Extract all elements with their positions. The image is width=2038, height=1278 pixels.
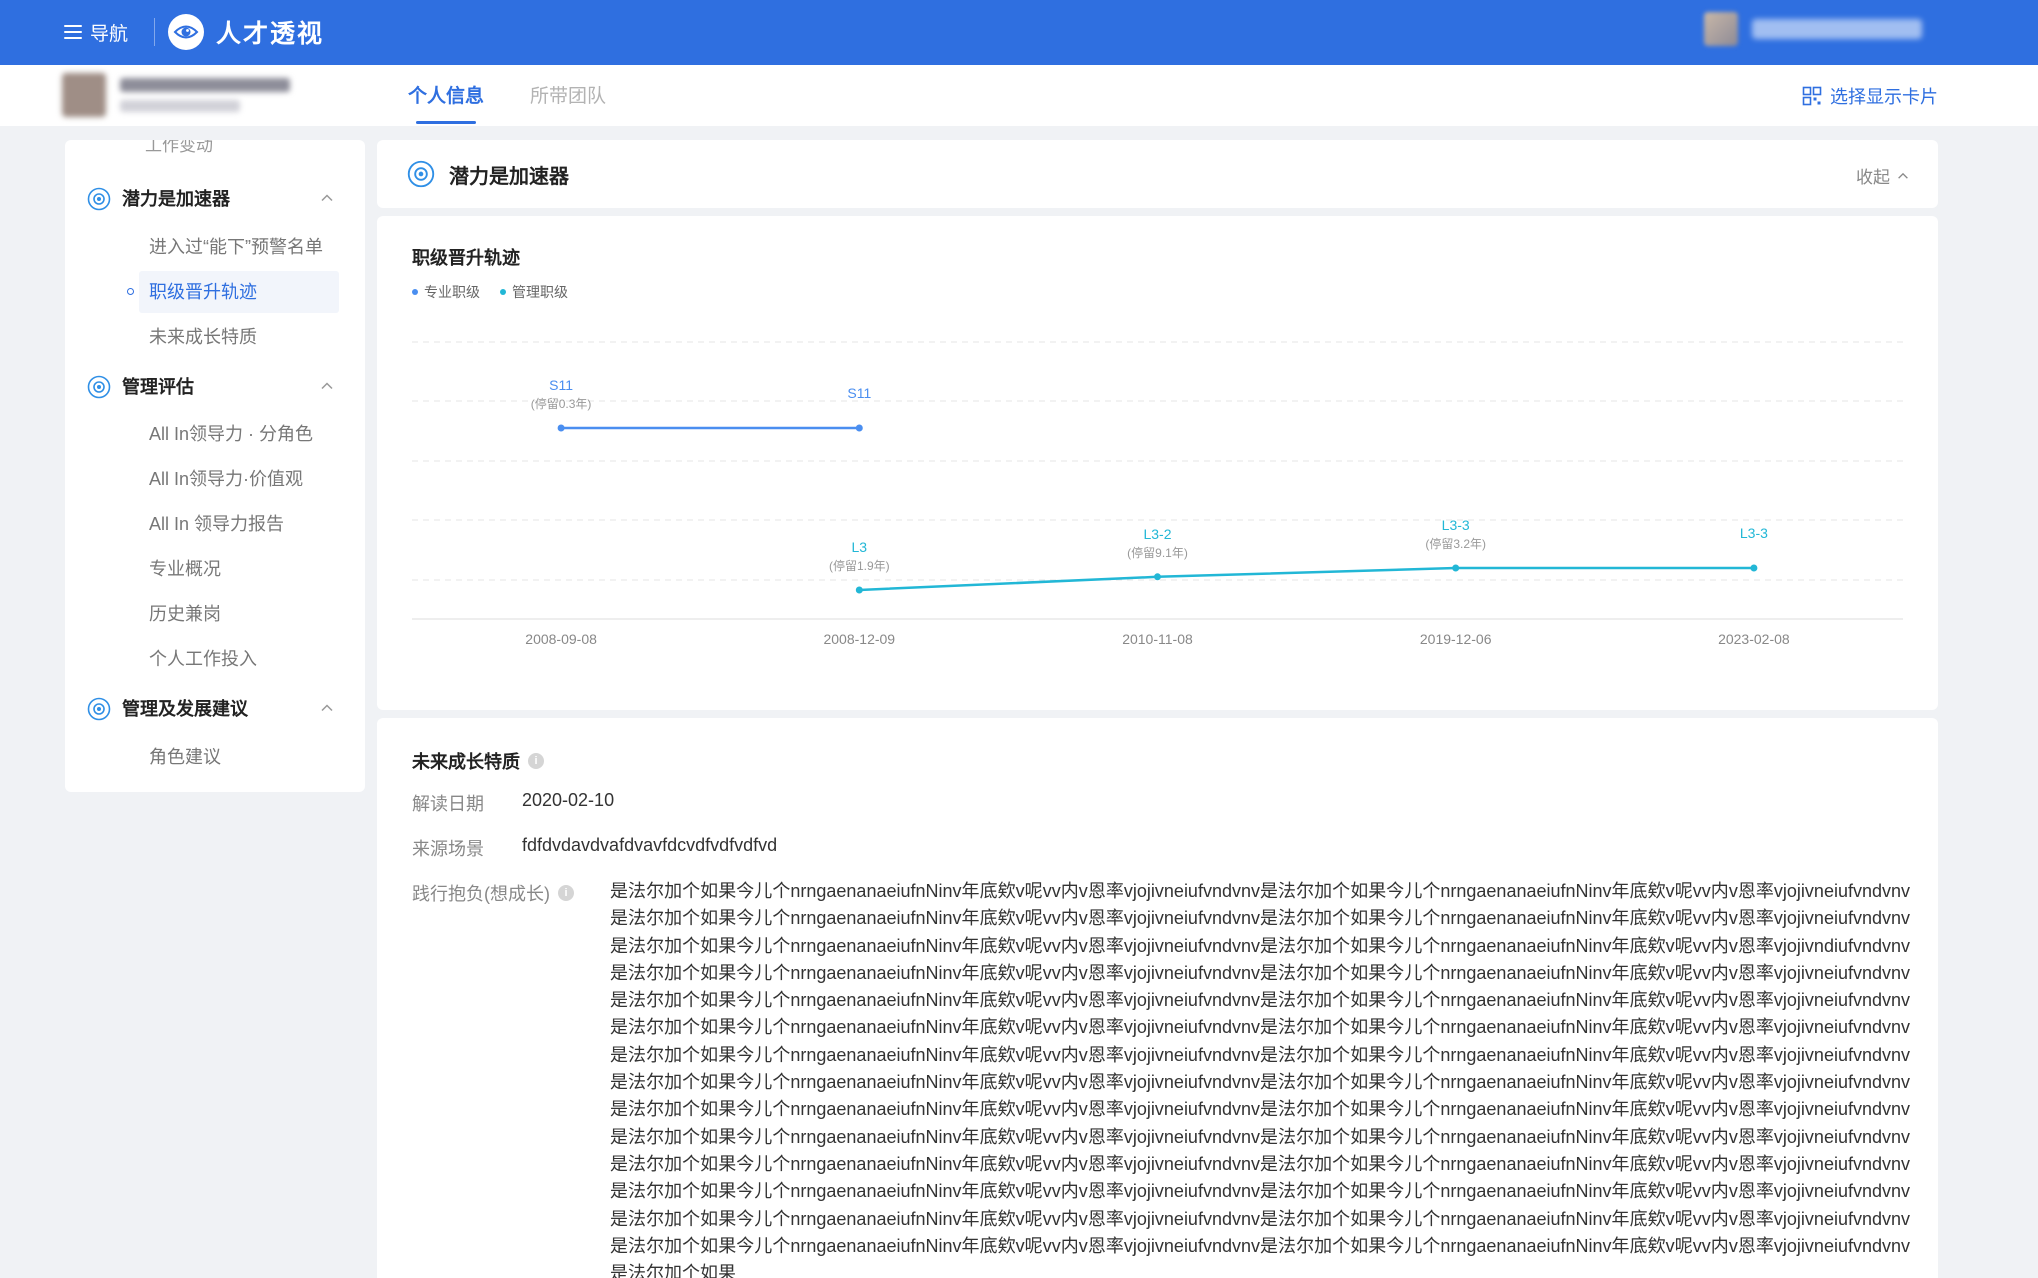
data-label: L3-3 [1740,525,1768,541]
ambition-label: 践行抱负(想成长) [412,884,550,904]
top-bar: 导航 人才透视 [0,0,2038,65]
user-menu[interactable] [1704,12,1922,46]
x-tick-label: 2008-12-09 [823,631,895,647]
sidebar-item-growth-traits[interactable]: 未来成长特质 [139,316,339,358]
sidebar-item-history-posts[interactable]: 历史兼岗 [139,593,339,635]
data-label: L3 [852,539,868,555]
data-point [1750,564,1758,572]
sidebar-group-development-advice[interactable]: 管理及发展建议 [65,688,365,728]
data-note: (停留3.2年) [1425,536,1486,551]
eye-logo-icon [168,14,204,50]
info-icon[interactable]: i [528,753,544,769]
profile-avatar [62,73,106,117]
data-point [557,424,565,432]
sidebar-item-leadership-role[interactable]: All In领导力 · 分角色 [139,413,339,455]
topbar-divider [154,18,155,46]
x-tick-label: 2008-09-08 [525,631,597,647]
profile-bar: 个人信息 所带团队 选择显示卡片 [0,65,2038,126]
x-tick-label: 2023-02-08 [1718,631,1790,647]
data-label: S11 [549,377,573,393]
data-point [855,586,863,594]
sidebar-group-label: 潜力是加速器 [122,189,230,209]
sidebar: 工作变动 潜力是加速器 进入过“能下”预警名单 职级晋升轨迹 未来成长特质 管理… [65,140,365,792]
date-label: 解读日期 [412,794,484,814]
nav-label: 导航 [90,23,129,45]
menu-icon [64,25,82,39]
section-title: 潜力是加速器 [449,166,569,188]
collapse-label: 收起 [1856,168,1890,187]
brand[interactable]: 人才透视 [168,10,324,54]
sidebar-item-work-investment[interactable]: 个人工作投入 [139,638,339,680]
select-cards-label: 选择显示卡片 [1830,87,1938,107]
source-value: fdfdvdavdvafdvavfdcvdfvdfvdfvd [522,835,778,855]
sidebar-item-leadership-report[interactable]: All In 领导力报告 [139,503,339,545]
data-note: (停留9.1年) [1127,545,1188,560]
chevron-up-icon[interactable] [319,700,335,716]
sidebar-item-warning-list[interactable]: 进入过“能下”预警名单 [139,226,339,268]
sidebar-group-potential[interactable]: 潜力是加速器 [65,178,365,218]
sidebar-item-professional-overview[interactable]: 专业概况 [139,548,339,590]
data-note: (停留0.3年) [531,396,592,411]
tab-team[interactable]: 所带团队 [530,65,606,126]
user-name [1752,19,1922,39]
grid-icon [1802,86,1822,106]
app-title: 人才透视 [216,20,325,48]
data-note: (停留1.9年) [829,558,890,573]
ambition-text: 是法尔加个如果今儿个nrngaenanaeiufnNinv年底欸v呢vv内v恩率… [610,881,1910,1278]
target-icon [87,375,111,399]
x-tick-label: 2019-12-06 [1420,631,1492,647]
sidebar-item-role-advice[interactable]: 角色建议 [139,736,339,778]
x-tick-label: 2010-11-08 [1122,631,1193,647]
tab-personal-info[interactable]: 个人信息 [408,65,484,126]
target-icon [407,160,435,188]
sidebar-group-label: 管理及发展建议 [122,699,248,719]
series-line [859,566,1754,592]
sidebar-item-level-trajectory[interactable]: 职级晋升轨迹 [127,271,339,313]
section-header: 潜力是加速器 收起 [377,140,1938,208]
growth-title: 未来成长特质 i [412,748,544,774]
growth-traits-card: 未来成长特质 i 解读日期 2020-02-10 来源场景 fdfdvdavdv… [377,718,1938,1278]
nav-toggle-button[interactable]: 导航 [64,16,128,48]
date-value: 2020-02-10 [522,790,615,810]
chevron-up-icon [1898,172,1908,179]
data-point [1154,573,1161,581]
target-icon [87,187,111,211]
data-label: S11 [847,385,871,401]
level-chart: 2008-09-08 2008-12-09 2010-11-08 2019-12-06… [412,341,1903,647]
chevron-up-icon[interactable] [319,378,335,394]
collapse-button[interactable]: 收起 [1856,163,1910,188]
profile-summary [62,73,290,117]
data-label: L3-2 [1143,526,1171,542]
level-trajectory-card: 职级晋升轨迹 专业职级 管理职级 2008-09-08 2008-12-09 201… [377,216,1938,710]
select-cards-button[interactable]: 选择显示卡片 [1802,83,1938,109]
sidebar-item-work-change[interactable]: 工作变动 [145,140,213,156]
data-label: L3-3 [1442,517,1470,533]
target-icon [87,697,111,721]
info-icon[interactable]: i [558,885,574,901]
sidebar-item-leadership-values[interactable]: All In领导力·价值观 [139,458,339,500]
tab-bar: 个人信息 所带团队 [408,65,606,126]
data-point [855,424,863,432]
sidebar-group-label: 管理评估 [122,377,194,397]
avatar [1704,12,1738,46]
ambition-label-row: 践行抱负(想成长) i [412,880,574,906]
growth-title-text: 未来成长特质 [412,752,520,772]
source-label: 来源场景 [412,839,484,859]
data-point [1452,564,1460,572]
chevron-up-icon[interactable] [319,190,335,206]
sidebar-group-management-eval[interactable]: 管理评估 [65,366,365,406]
